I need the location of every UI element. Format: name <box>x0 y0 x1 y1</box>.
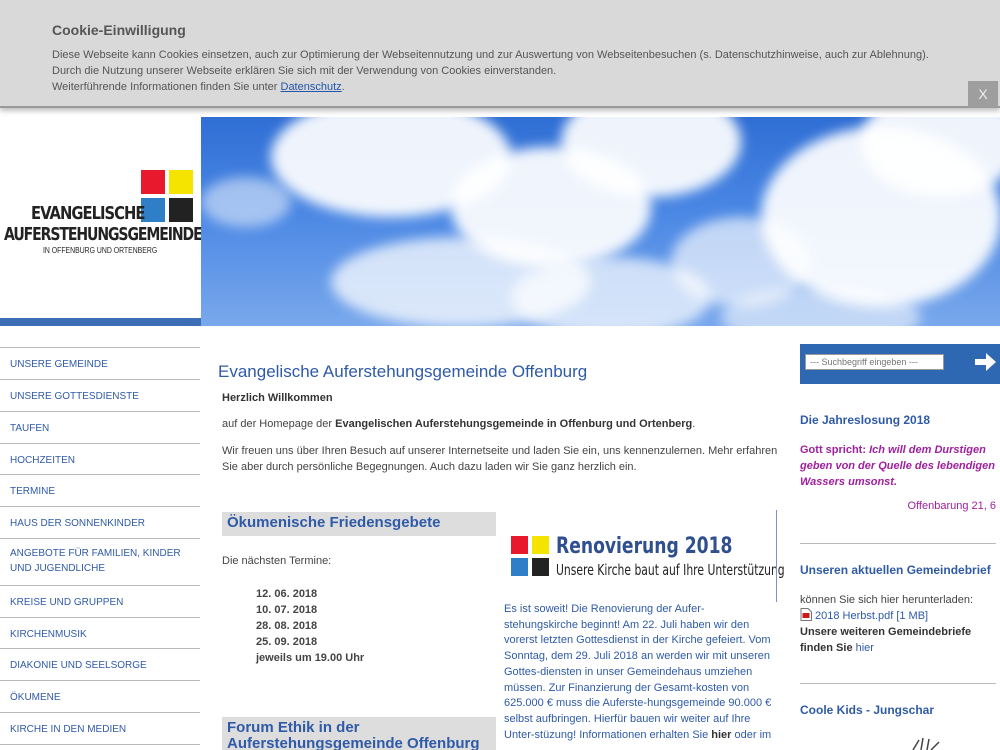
welcome-paragraph: Wir freuen uns über Ihren Besuch auf uns… <box>222 445 778 473</box>
nav-item-kirche-in-den-medien[interactable]: KIRCHE IN DEN MEDIEN <box>0 713 200 745</box>
nav-item-unsere-gemeinde[interactable]: UNSERE GEMEINDE <box>0 348 200 380</box>
jahreslosung-title: Die Jahreslosung 2018 <box>800 413 931 427</box>
nav-item-kirchenmusik[interactable]: KIRCHENMUSIK <box>0 618 200 649</box>
nav-item-oekumene[interactable]: ÖKUMENE <box>0 681 200 713</box>
logo-text-line3: IN OFFENBURG UND ORTENBERG <box>43 246 158 255</box>
jahreslosung-verse: Gott spricht: Ich will dem Durstigen geb… <box>800 442 998 490</box>
box-title-friedensgebete: Ökumenische Friedensgebete <box>222 512 496 536</box>
cookie-text-line1: Diese Webseite kann Cookies einsetzen, a… <box>52 49 929 77</box>
date-item: 28. 08. 2018 <box>256 620 318 632</box>
more-briefe-text: Unsere weiteren Gemeindebriefe finden Si… <box>800 626 972 654</box>
renovation-hier-link[interactable]: hier <box>711 729 731 741</box>
date-time-note: jeweils um 19.00 Uhr <box>256 652 365 664</box>
kids-image-icon <box>912 737 940 750</box>
dates-intro: Die nächsten Termine: <box>222 555 332 567</box>
banner-square-yellow <box>532 536 549 554</box>
nav-item-termine[interactable]: TERMINE <box>0 475 200 507</box>
renovation-text: Es ist soweit! Die Renovierung der Aufer… <box>504 602 776 743</box>
logo-square-black <box>169 198 193 222</box>
banner-square-blue <box>511 558 528 576</box>
cookie-close-button[interactable]: X <box>968 81 998 107</box>
logo-square-red <box>141 170 165 194</box>
download-text: können Sie sich hier herunterladen: <box>800 594 974 606</box>
welcome-heading: Herzlich Willkommen <box>222 392 333 404</box>
cookie-title: Cookie-Einwilligung <box>52 22 186 38</box>
sidebar-divider <box>800 683 996 684</box>
nav-item-angebote[interactable]: ANGEBOTE FÜR FAMILIEN, KINDER UND JUGEND… <box>0 539 200 586</box>
date-item: 10. 07. 2018 <box>256 604 318 616</box>
intro-prefix: auf der Homepage der <box>222 418 336 430</box>
nav-item-hochzeiten[interactable]: HOCHZEITEN <box>0 444 200 475</box>
more-briefe-link[interactable]: hier <box>856 642 874 654</box>
renovation-banner[interactable]: Renovierung 2018 Unsere Kirche baut auf … <box>508 534 785 584</box>
cookie-text-line2-prefix: Weiterführende Informationen finden Sie … <box>52 81 281 93</box>
main-navigation: UNSERE GEMEINDE UNSERE GOTTESDIENSTE TAU… <box>0 347 200 745</box>
logo-square-blue <box>141 198 165 222</box>
banner-square-red <box>511 536 528 554</box>
cookie-banner: Cookie-Einwilligung Diese Webseite kann … <box>0 0 1000 108</box>
intro-text: auf der Homepage der Evangelischen Aufer… <box>222 417 695 433</box>
kids-title: Coole Kids - Jungschar <box>800 703 935 717</box>
nav-item-kreise-und-gruppen[interactable]: KREISE UND GRUPPEN <box>0 586 200 618</box>
gemeindebrief-title: Unseren aktuellen Gemeindebrief <box>800 563 991 577</box>
logo-text-line2: AUFERSTEHUNGSGEMEINDE <box>4 224 203 245</box>
pdf-file-icon <box>800 608 812 621</box>
search-bar <box>800 344 1000 384</box>
renovation-banner-subtitle: Unsere Kirche baut auf Ihre Unterstützun… <box>556 561 785 579</box>
date-item: 25. 09. 2018 <box>256 636 318 648</box>
verse-lead: Gott spricht: <box>800 444 870 456</box>
privacy-link[interactable]: Datenschutz <box>281 81 342 93</box>
cookie-text-line2-suffix: . <box>341 81 345 93</box>
cookie-text: Diese Webseite kann Cookies einsetzen, a… <box>52 47 957 95</box>
gemeindebrief-section: können Sie sich hier herunterladen: 2018… <box>800 592 998 656</box>
logo-square-yellow <box>169 170 193 194</box>
logo-text-line1: EVANGELISCHE <box>31 203 145 224</box>
nav-item-taufen[interactable]: TAUFEN <box>0 412 200 444</box>
verse-reference: Offenbarung 21, 6 <box>907 500 996 512</box>
header-accent-bar <box>0 318 201 326</box>
renovation-text-body: Es ist soweit! Die Renovierung der Aufer… <box>504 603 772 741</box>
nav-item-gottesdienste[interactable]: UNSERE GOTTESDIENSTE <box>0 380 200 412</box>
page-title: Evangelische Auferstehungsgemeinde Offen… <box>218 362 588 381</box>
renovation-text-suffix: oder im <box>731 728 772 741</box>
dates-list: 12. 06. 2018 10. 07. 2018 28. 08. 2018 2… <box>256 586 364 666</box>
date-item: 12. 06. 2018 <box>256 588 318 600</box>
intro-suffix: . <box>692 418 696 430</box>
nav-item-haus-der-sonnenkinder[interactable]: HAUS DER SONNENKINDER <box>0 507 200 539</box>
search-input[interactable] <box>805 354 944 370</box>
header-sky-image <box>201 117 1000 326</box>
box-title-forum-ethik: Forum Ethik in der Auferstehungsgemeinde… <box>222 717 496 750</box>
sidebar-divider <box>800 543 996 544</box>
renovation-banner-title: Renovierung 2018 <box>556 534 733 559</box>
gemeindebrief-pdf-link[interactable]: 2018 Herbst.pdf [1 MB] <box>815 610 928 622</box>
intro-congregation-name: Evangelischen Auferstehungsgemeinde in O… <box>335 418 693 430</box>
banner-square-black <box>532 558 549 576</box>
renovation-divider <box>776 510 777 602</box>
search-submit-arrow-icon[interactable] <box>972 349 998 375</box>
nav-item-diakonie[interactable]: DIAKONIE UND SEELSORGE <box>0 649 200 681</box>
